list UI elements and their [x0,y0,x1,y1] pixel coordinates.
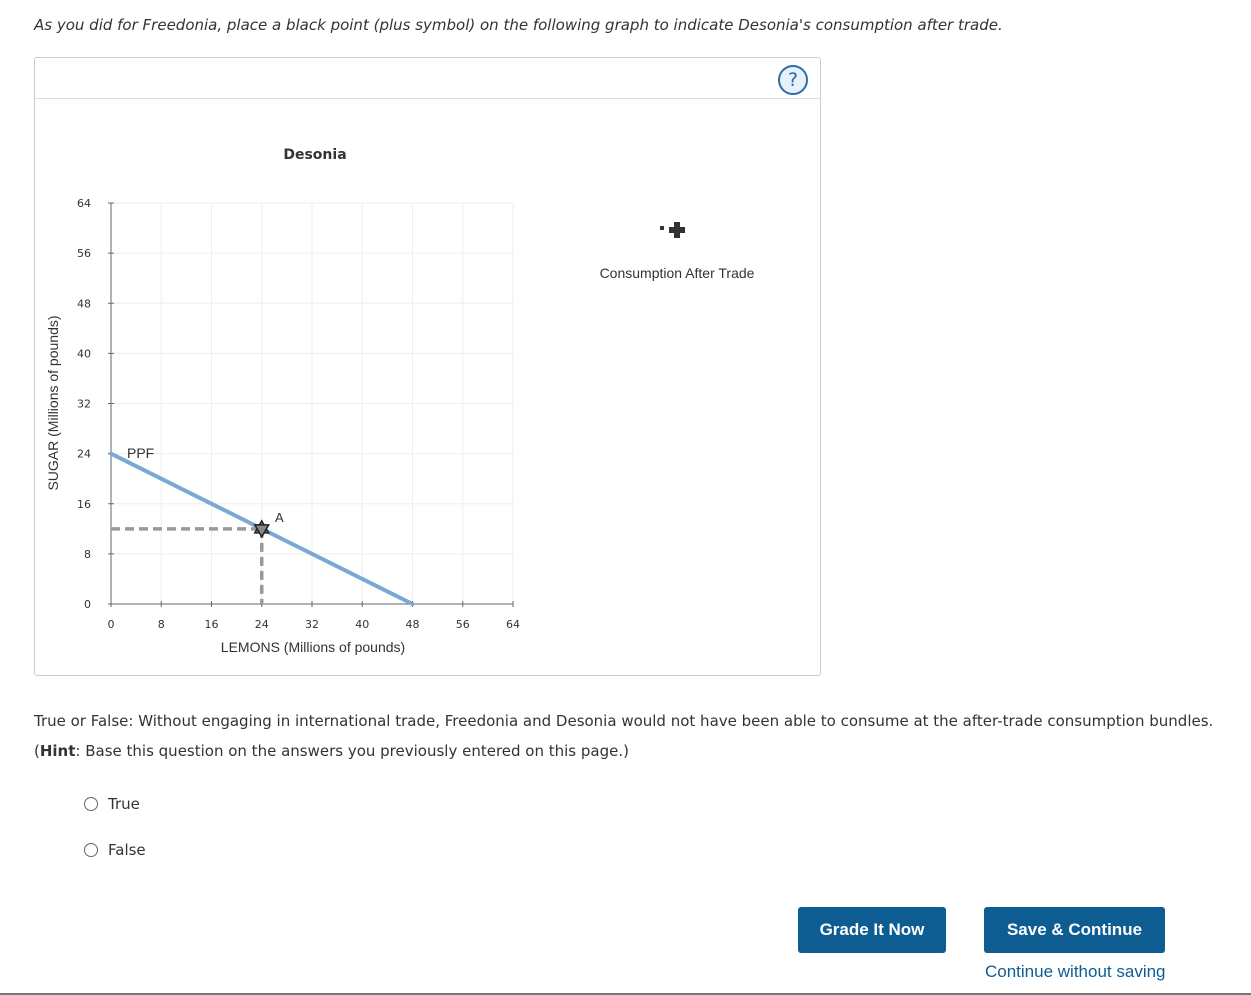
point-group[interactable] [253,519,270,539]
x-axis-label: LEMONS (Millions of pounds) [221,639,405,655]
grid-lines [111,202,514,604]
plus-tool-label: Consumption After Trade [600,265,755,281]
x-tick-label: 32 [305,618,319,631]
y-tick-label: 64 [77,197,91,210]
plus-tool[interactable] [660,222,685,238]
option-false-label: False [108,841,146,859]
radio-true[interactable] [84,797,98,811]
y-tick-label: 0 [84,598,91,611]
instruction-text: As you did for Freedonia, place a black … [34,16,1003,34]
plus-tool-icon-bar[interactable] [669,227,685,233]
guide-lines [111,527,264,604]
ppf-label: PPF [127,445,154,461]
y-tick-label: 24 [77,448,91,461]
question-text: True or False: Without engaging in inter… [34,706,1214,766]
option-false[interactable]: False [84,841,146,859]
y-tick-label: 40 [77,347,91,360]
x-tick-label: 16 [205,618,219,631]
y-axis-label: SUGAR (Millions of pounds) [45,315,61,490]
x-tick-label: 40 [355,618,369,631]
ppf-endpoint[interactable] [109,451,113,456]
option-true[interactable]: True [84,795,140,813]
hint-label: Hint [39,742,76,760]
x-tick-label: 56 [456,618,470,631]
option-true-label: True [108,795,140,813]
y-tick-label: 16 [77,498,91,511]
radio-false[interactable] [84,843,98,857]
y-tick-label: 8 [84,548,91,561]
graph-panel: ? Desonia 0 8 16 24 32 40 48 56 64 0 8 16 24 32 40 48 5… [34,57,821,676]
x-tick-label: 8 [158,618,165,631]
x-tick-label: 48 [406,618,420,631]
x-tick-label: 0 [108,618,115,631]
y-tick-group: 0 8 16 24 32 40 48 56 64 [77,197,114,611]
question-suffix: : Base this question on the answers you … [75,742,629,760]
grade-it-now-button[interactable]: Grade It Now [798,907,946,953]
ppf-endpoint[interactable] [410,602,415,606]
point-a-label: A [275,510,284,525]
plus-tool-dot [660,226,664,230]
x-tick-label: 24 [255,618,269,631]
y-tick-label: 32 [77,398,91,411]
desonia-graph[interactable]: Desonia 0 8 16 24 32 40 48 56 64 0 8 16 24 32 40 48 56 6… [35,58,820,675]
graph-title: Desonia [283,147,346,163]
y-tick-label: 48 [77,297,91,310]
continue-without-saving-link[interactable]: Continue without saving [985,962,1166,982]
save-continue-button[interactable]: Save & Continue [984,907,1165,953]
y-tick-label: 56 [77,247,91,260]
x-tick-label: 64 [506,618,520,631]
x-tick-group: 0 8 16 24 32 40 48 56 64 [108,601,520,631]
